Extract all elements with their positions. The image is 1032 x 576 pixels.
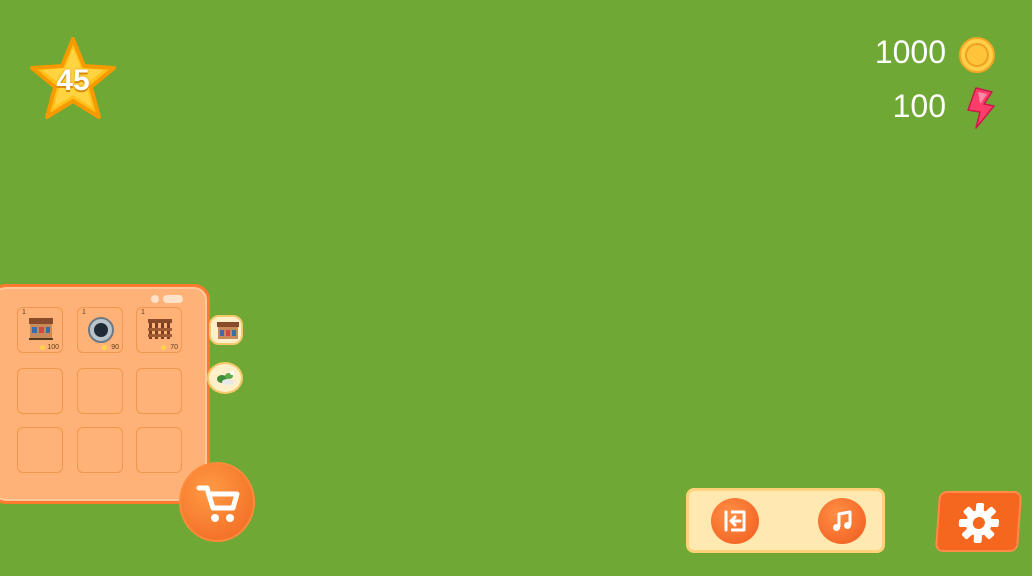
- inventory-slot[interactable]: [77, 427, 123, 473]
- decoration-category-button[interactable]: [207, 362, 243, 394]
- panel-highlight: [151, 295, 159, 303]
- inventory-slot[interactable]: [77, 368, 123, 414]
- lightning-icon: [962, 86, 998, 130]
- panel-highlight: [163, 295, 183, 303]
- coin-icon: [161, 345, 166, 350]
- level-number: 45: [56, 64, 90, 97]
- coin-icon: [958, 36, 996, 74]
- inventory-slot[interactable]: [136, 427, 182, 473]
- slot-count: 1: [141, 309, 145, 316]
- music-icon: [833, 510, 852, 531]
- inventory-slot[interactable]: [17, 427, 63, 473]
- coin-icon: [102, 345, 107, 350]
- inventory-slot[interactable]: 1 70: [136, 307, 182, 353]
- inventory-slot[interactable]: [136, 368, 182, 414]
- inventory-panel: 1 100 1 90 1 70: [0, 284, 210, 504]
- energy-count: 100: [892, 88, 946, 124]
- music-button[interactable]: [818, 498, 866, 544]
- inventory-slot[interactable]: 1 90: [77, 307, 123, 353]
- well-icon: [88, 317, 114, 343]
- coin-count: 1000: [874, 34, 946, 70]
- wooden-fence-icon: [148, 319, 172, 339]
- decoration-category-icon: [217, 371, 234, 385]
- inventory-slot[interactable]: 1 100: [17, 307, 63, 353]
- shop-button[interactable]: [179, 462, 255, 542]
- slot-count: 1: [82, 309, 86, 316]
- settings-button[interactable]: [934, 491, 1023, 552]
- slot-price: 70: [170, 344, 178, 351]
- coin-icon: [40, 345, 45, 350]
- slot-price: 90: [111, 344, 119, 351]
- slot-count: 1: [22, 309, 26, 316]
- gear-icon: [958, 503, 1000, 543]
- bottom-menu-panel: [686, 488, 885, 553]
- inventory-slot[interactable]: [17, 368, 63, 414]
- exit-icon: [724, 510, 746, 532]
- market-stall-icon: [29, 318, 53, 340]
- exit-button[interactable]: [711, 498, 759, 544]
- slot-price: 100: [47, 344, 59, 351]
- building-category-button[interactable]: [209, 315, 243, 345]
- cart-icon: [196, 485, 240, 522]
- level-badge: 45: [28, 36, 118, 122]
- building-category-icon: [217, 322, 239, 339]
